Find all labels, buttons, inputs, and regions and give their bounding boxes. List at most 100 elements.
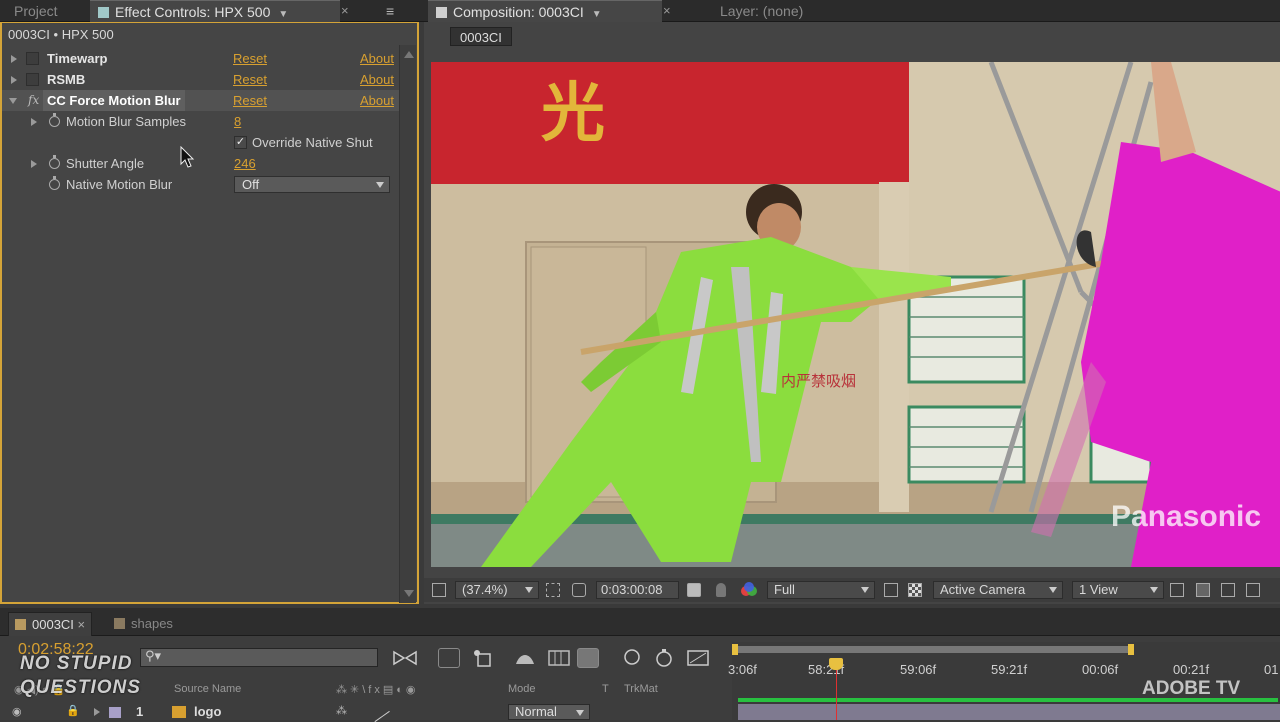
graph-toggle-icon[interactable] [686, 648, 709, 668]
about-link[interactable]: About [360, 48, 394, 69]
motion-blur-icon[interactable] [547, 648, 570, 668]
reset-link[interactable]: Reset [233, 90, 267, 111]
reset-link[interactable]: Reset [233, 69, 267, 90]
playhead-handle[interactable] [829, 658, 843, 670]
toggle-pixel-aspect-icon[interactable] [1170, 583, 1184, 597]
label-color-icon[interactable] [109, 707, 121, 718]
effect-row-timewarp[interactable]: Timewarp Reset About [2, 48, 399, 69]
layer-duration-bar[interactable] [738, 704, 1280, 720]
frame-blending-icon[interactable] [514, 648, 536, 668]
work-area-start-handle[interactable] [732, 644, 738, 655]
about-link[interactable]: About [360, 90, 394, 111]
tab-project[interactable]: Project [6, 0, 66, 22]
checkbox-label: Override Native Shut [252, 135, 373, 150]
panel-color-icon [98, 7, 109, 18]
collapse-triangle-icon[interactable] [9, 98, 17, 104]
fx-icon[interactable]: fx [28, 90, 39, 111]
close-icon[interactable]: × [78, 617, 86, 632]
flowchart-icon[interactable] [1246, 583, 1260, 597]
ruler-tick-label: 59:06f [900, 662, 937, 677]
chevron-down-icon [1150, 587, 1158, 593]
transparency-grid-icon[interactable] [908, 583, 922, 597]
tab-effect-controls[interactable]: Effect Controls: HPX 500 ▼ [90, 0, 340, 22]
watermark-line: NO STUPID [20, 653, 133, 674]
tab-timeline-shapes[interactable]: shapes [108, 612, 179, 636]
panel-menu-icon[interactable]: ≡ [378, 0, 402, 22]
expand-triangle-icon[interactable] [11, 55, 17, 63]
about-link[interactable]: About [360, 69, 394, 90]
mode-header[interactable]: Mode [508, 683, 536, 695]
stopwatch-icon[interactable] [49, 113, 60, 127]
safe-zones-icon[interactable] [572, 583, 586, 597]
show-snapshot-icon[interactable] [716, 583, 726, 597]
magnification-dropdown[interactable]: (37.4%) [455, 581, 539, 599]
effect-toggle-checkbox[interactable] [26, 52, 39, 65]
stopwatch-icon[interactable] [49, 176, 60, 190]
effect-row-cc-force-motion-blur[interactable]: fx CC Force Motion Blur Reset About [2, 90, 399, 111]
eye-icon[interactable]: ◉ [12, 705, 22, 718]
work-area-bar[interactable] [732, 646, 1132, 653]
param-value[interactable]: 8 [234, 111, 241, 132]
comp-mini-flowchart-icon[interactable] [392, 648, 417, 668]
fast-previews-icon[interactable] [1196, 583, 1210, 597]
region-of-interest-icon[interactable] [884, 583, 898, 597]
graph-editor-icon[interactable] [577, 648, 599, 668]
scroll-down-icon[interactable] [404, 590, 414, 597]
hide-shy-layers-icon[interactable] [472, 648, 494, 668]
brainstorm-icon[interactable] [621, 648, 643, 668]
camera-view-dropdown[interactable]: Active Camera [933, 581, 1063, 599]
scroll-up-icon[interactable] [404, 51, 414, 58]
tab-timeline-0003ci[interactable]: 0003CI × [8, 612, 93, 636]
always-preview-icon[interactable] [432, 583, 446, 597]
effect-toggle-checkbox[interactable] [26, 73, 39, 86]
expand-triangle-icon[interactable] [11, 76, 17, 84]
timeline-icon[interactable] [1221, 583, 1235, 597]
resolution-dropdown[interactable]: Full [767, 581, 875, 599]
close-icon[interactable]: × [663, 0, 671, 22]
reset-link[interactable]: Reset [233, 48, 267, 69]
view-layout-value: 1 View [1079, 582, 1118, 597]
param-value[interactable]: 246 [234, 153, 256, 174]
channel-icon[interactable] [740, 582, 758, 598]
timeline-search-input[interactable]: ⚲▾ [140, 648, 378, 667]
camera-snapshot-icon[interactable] [687, 583, 701, 597]
expand-triangle-icon[interactable] [31, 160, 37, 168]
layer-name[interactable]: logo [194, 704, 221, 719]
quality-switch-icon[interactable] [368, 701, 390, 722]
ruler-tick-label: 00:06f [1082, 662, 1119, 677]
t-header: T [602, 683, 609, 695]
expand-triangle-icon[interactable] [94, 708, 100, 716]
tab-layer[interactable]: Layer: (none) [712, 0, 811, 22]
effect-name: RSMB [47, 72, 86, 87]
composition-viewer[interactable]: 光 内严禁吸烟 Panasonic [431, 62, 1280, 567]
fit-icon[interactable] [546, 583, 560, 597]
work-area-end-handle[interactable] [1128, 644, 1134, 655]
shy-switch-icon[interactable]: ⁂ [336, 704, 347, 717]
param-row-shutter-angle: Shutter Angle 246 [2, 153, 399, 174]
effect-controls-header: 0003CI • HPX 500 [8, 27, 114, 42]
expand-triangle-icon[interactable] [31, 118, 37, 126]
trkmat-header[interactable]: TrkMat [624, 683, 658, 695]
effect-controls-scrollbar[interactable] [399, 45, 416, 603]
param-name: Native Motion Blur [66, 177, 173, 192]
stopwatch-icon[interactable] [49, 155, 60, 169]
comp-color-icon [114, 618, 125, 629]
stopwatch-icon[interactable] [653, 648, 675, 668]
source-name-header[interactable]: Source Name [174, 683, 241, 695]
blend-mode-dropdown[interactable]: Normal [508, 704, 590, 720]
native-motion-blur-dropdown[interactable]: Off [234, 176, 390, 193]
effect-row-rsmb[interactable]: RSMB Reset About [2, 69, 399, 90]
ruler-tick-label: 59:21f [991, 662, 1028, 677]
effect-name: Timewarp [47, 51, 108, 66]
lock-icon[interactable]: 🔒 [66, 704, 80, 717]
close-icon[interactable]: × [341, 0, 349, 22]
composition-panel: 0003CI 光 内严禁吸烟 Panasonic (37.4%) 0:03:00… [424, 22, 1280, 604]
override-checkbox[interactable]: ✓ [234, 136, 247, 149]
composition-breadcrumb[interactable]: 0003CI [450, 27, 512, 46]
current-time-display[interactable]: 0:03:00:08 [596, 581, 679, 599]
composition-bottom-bar: (37.4%) 0:03:00:08 Full Active Camera 1 … [424, 578, 1280, 602]
layer-row[interactable]: ◉ 🔒 1 logo ⁂ Normal [0, 701, 730, 722]
draft-3d-icon[interactable] [438, 648, 460, 668]
tab-composition[interactable]: Composition: 0003CI ▼ [428, 0, 662, 22]
view-layout-dropdown[interactable]: 1 View [1072, 581, 1164, 599]
